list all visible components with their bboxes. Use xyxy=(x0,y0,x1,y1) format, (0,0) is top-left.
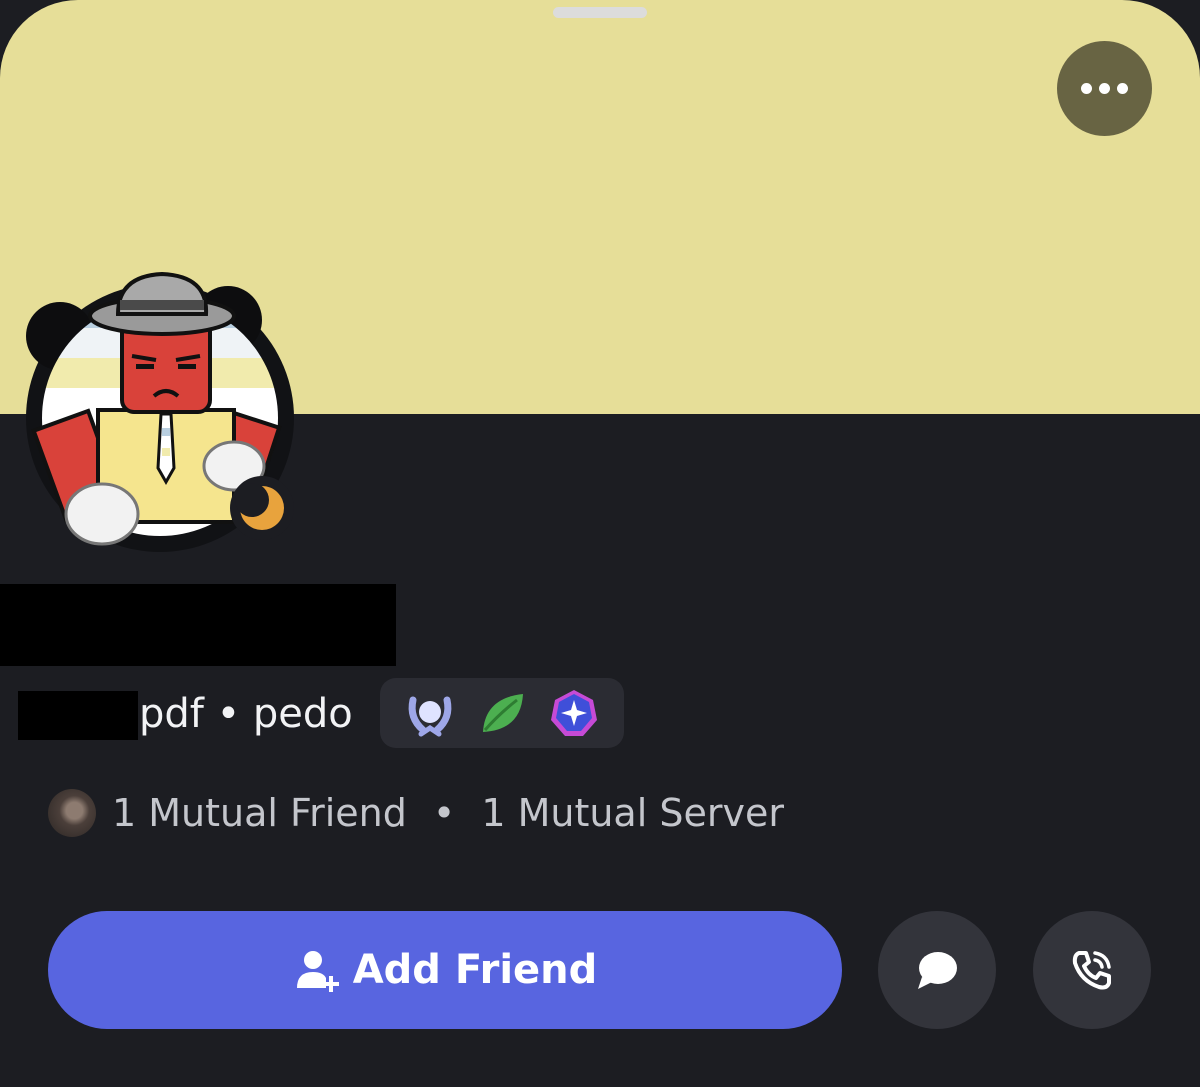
message-button[interactable] xyxy=(878,911,996,1029)
more-dot-icon xyxy=(1099,83,1110,94)
more-dot-icon xyxy=(1081,83,1092,94)
user-tag-text: pdf • pedo xyxy=(139,691,353,737)
drag-handle[interactable] xyxy=(553,7,647,18)
username-redaction xyxy=(18,691,138,740)
mutuals-row[interactable]: 1 Mutual Friend • 1 Mutual Server xyxy=(48,785,784,841)
avatar[interactable] xyxy=(22,268,322,558)
mutual-servers-text[interactable]: 1 Mutual Server xyxy=(481,791,784,835)
call-button[interactable] xyxy=(1033,911,1151,1029)
chat-bubble-icon xyxy=(918,952,957,989)
gem-badge-icon[interactable] xyxy=(545,684,603,742)
laurel-wreath-badge-icon[interactable] xyxy=(401,684,459,742)
add-user-icon xyxy=(296,951,339,992)
avatar-image xyxy=(26,271,294,552)
more-dot-icon xyxy=(1117,83,1128,94)
add-friend-label: Add Friend xyxy=(352,947,598,993)
mutual-friend-avatar xyxy=(48,789,96,837)
leaf-badge-icon[interactable] xyxy=(473,684,531,742)
display-name-redaction xyxy=(0,584,396,666)
badge-row xyxy=(380,678,624,748)
phone-call-icon xyxy=(1072,951,1111,990)
profile-sheet: pdf • pedo 1 Mutual Friend • 1 Mutual Se… xyxy=(0,0,1200,1087)
mutual-separator: • xyxy=(432,791,456,835)
more-options-button[interactable] xyxy=(1057,41,1152,136)
add-friend-button[interactable]: Add Friend xyxy=(48,911,842,1029)
mutual-friends-text[interactable]: 1 Mutual Friend xyxy=(112,791,407,835)
